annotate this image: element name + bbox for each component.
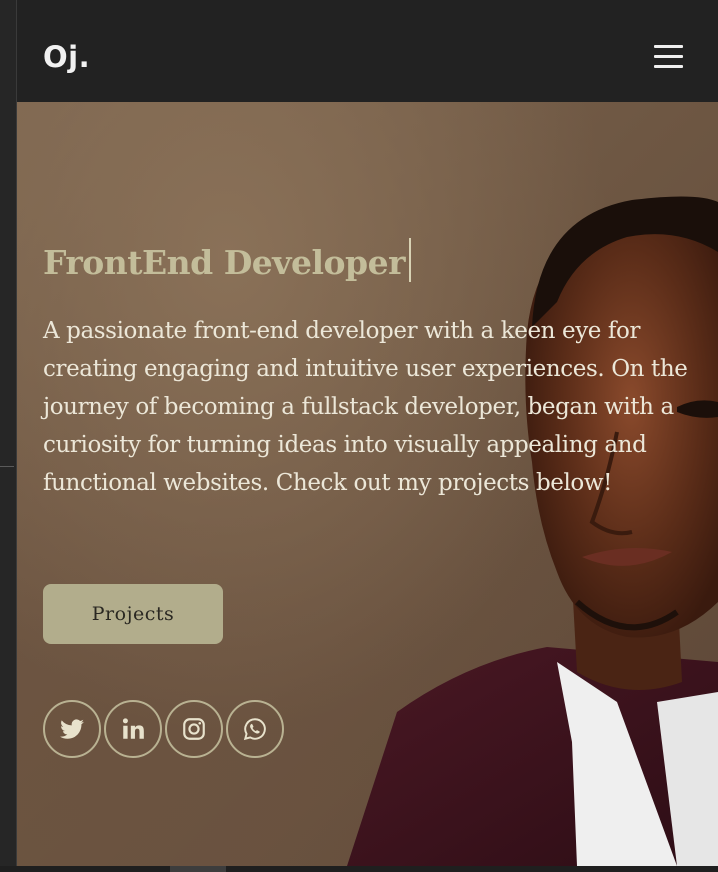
site-frame: Oj. FrontEnd Developer A passionate fron…	[17, 0, 718, 866]
bottom-scrollbar[interactable]	[0, 866, 718, 872]
gutter-marker	[0, 466, 14, 467]
left-gutter	[0, 0, 16, 872]
typing-caret	[408, 238, 411, 282]
site-logo[interactable]: Oj.	[43, 40, 90, 74]
hero-section: FrontEnd Developer A passionate front-en…	[17, 102, 718, 866]
linkedin-icon[interactable]	[104, 700, 162, 758]
role-text: FrontEnd Developer	[43, 243, 405, 282]
twitter-icon[interactable]	[43, 700, 101, 758]
instagram-icon[interactable]	[165, 700, 223, 758]
projects-button[interactable]: Projects	[43, 584, 223, 644]
hero-role-title: FrontEnd Developer	[43, 238, 411, 282]
scrollbar-thumb[interactable]	[170, 866, 226, 872]
hamburger-menu-icon[interactable]	[651, 43, 685, 71]
whatsapp-icon[interactable]	[226, 700, 284, 758]
hero-intro-text: A passionate front-end developer with a …	[43, 318, 688, 496]
navbar: Oj.	[17, 0, 718, 102]
